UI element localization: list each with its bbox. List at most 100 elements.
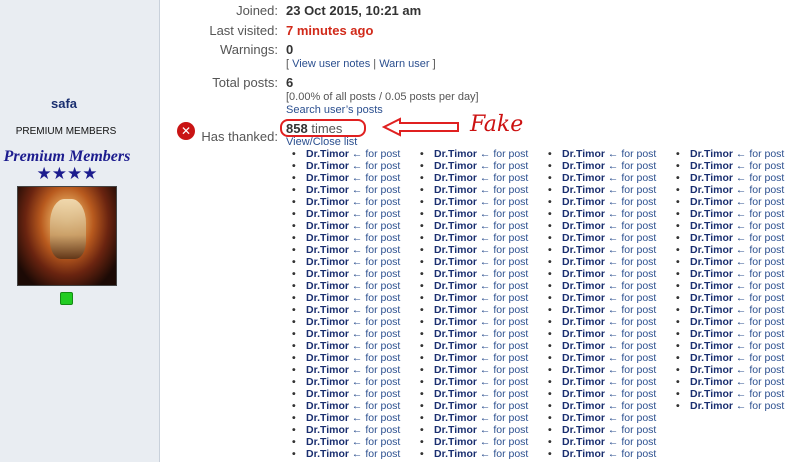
thanks-user-link[interactable]: Dr.Timor <box>690 160 733 172</box>
for-post-link[interactable]: ← for post <box>349 388 400 400</box>
thanks-user-link[interactable]: Dr.Timor <box>434 256 477 268</box>
thanks-user-link[interactable]: Dr.Timor <box>306 364 349 376</box>
for-post-link[interactable]: ← for post <box>477 448 528 460</box>
for-post-link[interactable]: ← for post <box>477 316 528 328</box>
close-icon[interactable]: ✕ <box>177 122 195 140</box>
for-post-link[interactable]: ← for post <box>733 352 784 364</box>
thanks-user-link[interactable]: Dr.Timor <box>306 316 349 328</box>
for-post-link[interactable]: ← for post <box>477 160 528 172</box>
for-post-link[interactable]: ← for post <box>605 196 656 208</box>
for-post-link[interactable]: ← for post <box>733 196 784 208</box>
for-post-link[interactable]: ← for post <box>477 412 528 424</box>
thanks-user-link[interactable]: Dr.Timor <box>306 400 349 412</box>
username[interactable]: safa <box>0 96 128 111</box>
for-post-link[interactable]: ← for post <box>733 268 784 280</box>
for-post-link[interactable]: ← for post <box>605 232 656 244</box>
thanks-user-link[interactable]: Dr.Timor <box>306 424 349 436</box>
for-post-link[interactable]: ← for post <box>605 436 656 448</box>
thanks-user-link[interactable]: Dr.Timor <box>434 376 477 388</box>
thanks-user-link[interactable]: Dr.Timor <box>562 280 605 292</box>
for-post-link[interactable]: ← for post <box>477 292 528 304</box>
thanks-user-link[interactable]: Dr.Timor <box>306 256 349 268</box>
for-post-link[interactable]: ← for post <box>349 436 400 448</box>
for-post-link[interactable]: ← for post <box>733 376 784 388</box>
for-post-link[interactable]: ← for post <box>605 160 656 172</box>
thanks-user-link[interactable]: Dr.Timor <box>306 220 349 232</box>
thanks-user-link[interactable]: Dr.Timor <box>434 208 477 220</box>
thanks-user-link[interactable]: Dr.Timor <box>690 376 733 388</box>
thanks-user-link[interactable]: Dr.Timor <box>306 448 349 460</box>
for-post-link[interactable]: ← for post <box>605 220 656 232</box>
for-post-link[interactable]: ← for post <box>477 280 528 292</box>
for-post-link[interactable]: ← for post <box>605 412 656 424</box>
thanks-user-link[interactable]: Dr.Timor <box>690 316 733 328</box>
thanks-user-link[interactable]: Dr.Timor <box>690 184 733 196</box>
thanks-user-link[interactable]: Dr.Timor <box>690 400 733 412</box>
thanks-user-link[interactable]: Dr.Timor <box>434 292 477 304</box>
search-posts-link[interactable]: Search user’s posts <box>286 104 383 116</box>
thanks-user-link[interactable]: Dr.Timor <box>306 208 349 220</box>
thanks-user-link[interactable]: Dr.Timor <box>306 148 349 160</box>
thanks-user-link[interactable]: Dr.Timor <box>434 232 477 244</box>
for-post-link[interactable]: ← for post <box>349 196 400 208</box>
thanks-user-link[interactable]: Dr.Timor <box>690 244 733 256</box>
for-post-link[interactable]: ← for post <box>733 292 784 304</box>
for-post-link[interactable]: ← for post <box>605 172 656 184</box>
thanks-user-link[interactable]: Dr.Timor <box>434 340 477 352</box>
thanks-user-link[interactable]: Dr.Timor <box>690 232 733 244</box>
for-post-link[interactable]: ← for post <box>349 352 400 364</box>
thanks-user-link[interactable]: Dr.Timor <box>562 232 605 244</box>
thanks-user-link[interactable]: Dr.Timor <box>434 160 477 172</box>
for-post-link[interactable]: ← for post <box>733 280 784 292</box>
for-post-link[interactable]: ← for post <box>605 424 656 436</box>
for-post-link[interactable]: ← for post <box>733 388 784 400</box>
for-post-link[interactable]: ← for post <box>733 316 784 328</box>
for-post-link[interactable]: ← for post <box>349 304 400 316</box>
thanks-user-link[interactable]: Dr.Timor <box>306 436 349 448</box>
thanks-user-link[interactable]: Dr.Timor <box>562 184 605 196</box>
for-post-link[interactable]: ← for post <box>477 328 528 340</box>
for-post-link[interactable]: ← for post <box>605 448 656 460</box>
for-post-link[interactable]: ← for post <box>605 376 656 388</box>
for-post-link[interactable]: ← for post <box>605 184 656 196</box>
thanks-user-link[interactable]: Dr.Timor <box>562 220 605 232</box>
thanks-user-link[interactable]: Dr.Timor <box>434 196 477 208</box>
thanks-user-link[interactable]: Dr.Timor <box>434 352 477 364</box>
for-post-link[interactable]: ← for post <box>477 304 528 316</box>
thanks-user-link[interactable]: Dr.Timor <box>690 304 733 316</box>
thanks-user-link[interactable]: Dr.Timor <box>562 256 605 268</box>
for-post-link[interactable]: ← for post <box>733 364 784 376</box>
view-close-list-link[interactable]: View/Close list <box>286 136 357 148</box>
for-post-link[interactable]: ← for post <box>605 256 656 268</box>
thanks-user-link[interactable]: Dr.Timor <box>690 340 733 352</box>
for-post-link[interactable]: ← for post <box>605 268 656 280</box>
warn-user-link[interactable]: Warn user <box>379 58 429 70</box>
thanks-user-link[interactable]: Dr.Timor <box>690 148 733 160</box>
for-post-link[interactable]: ← for post <box>477 256 528 268</box>
for-post-link[interactable]: ← for post <box>349 268 400 280</box>
for-post-link[interactable]: ← for post <box>349 232 400 244</box>
thanks-user-link[interactable]: Dr.Timor <box>434 268 477 280</box>
thanks-user-link[interactable]: Dr.Timor <box>562 196 605 208</box>
for-post-link[interactable]: ← for post <box>349 292 400 304</box>
thanks-user-link[interactable]: Dr.Timor <box>306 292 349 304</box>
thanks-user-link[interactable]: Dr.Timor <box>306 388 349 400</box>
thanks-user-link[interactable]: Dr.Timor <box>562 412 605 424</box>
for-post-link[interactable]: ← for post <box>605 292 656 304</box>
for-post-link[interactable]: ← for post <box>733 208 784 220</box>
for-post-link[interactable]: ← for post <box>477 232 528 244</box>
thanks-user-link[interactable]: Dr.Timor <box>690 208 733 220</box>
for-post-link[interactable]: ← for post <box>349 208 400 220</box>
thanks-user-link[interactable]: Dr.Timor <box>562 364 605 376</box>
view-user-notes-link[interactable]: View user notes <box>292 58 370 70</box>
for-post-link[interactable]: ← for post <box>605 340 656 352</box>
thanks-user-link[interactable]: Dr.Timor <box>434 220 477 232</box>
thanks-user-link[interactable]: Dr.Timor <box>562 388 605 400</box>
thanks-user-link[interactable]: Dr.Timor <box>306 412 349 424</box>
for-post-link[interactable]: ← for post <box>349 364 400 376</box>
thanks-user-link[interactable]: Dr.Timor <box>306 376 349 388</box>
for-post-link[interactable]: ← for post <box>349 244 400 256</box>
thanks-user-link[interactable]: Dr.Timor <box>562 172 605 184</box>
thanks-user-link[interactable]: Dr.Timor <box>562 340 605 352</box>
thanks-user-link[interactable]: Dr.Timor <box>690 268 733 280</box>
